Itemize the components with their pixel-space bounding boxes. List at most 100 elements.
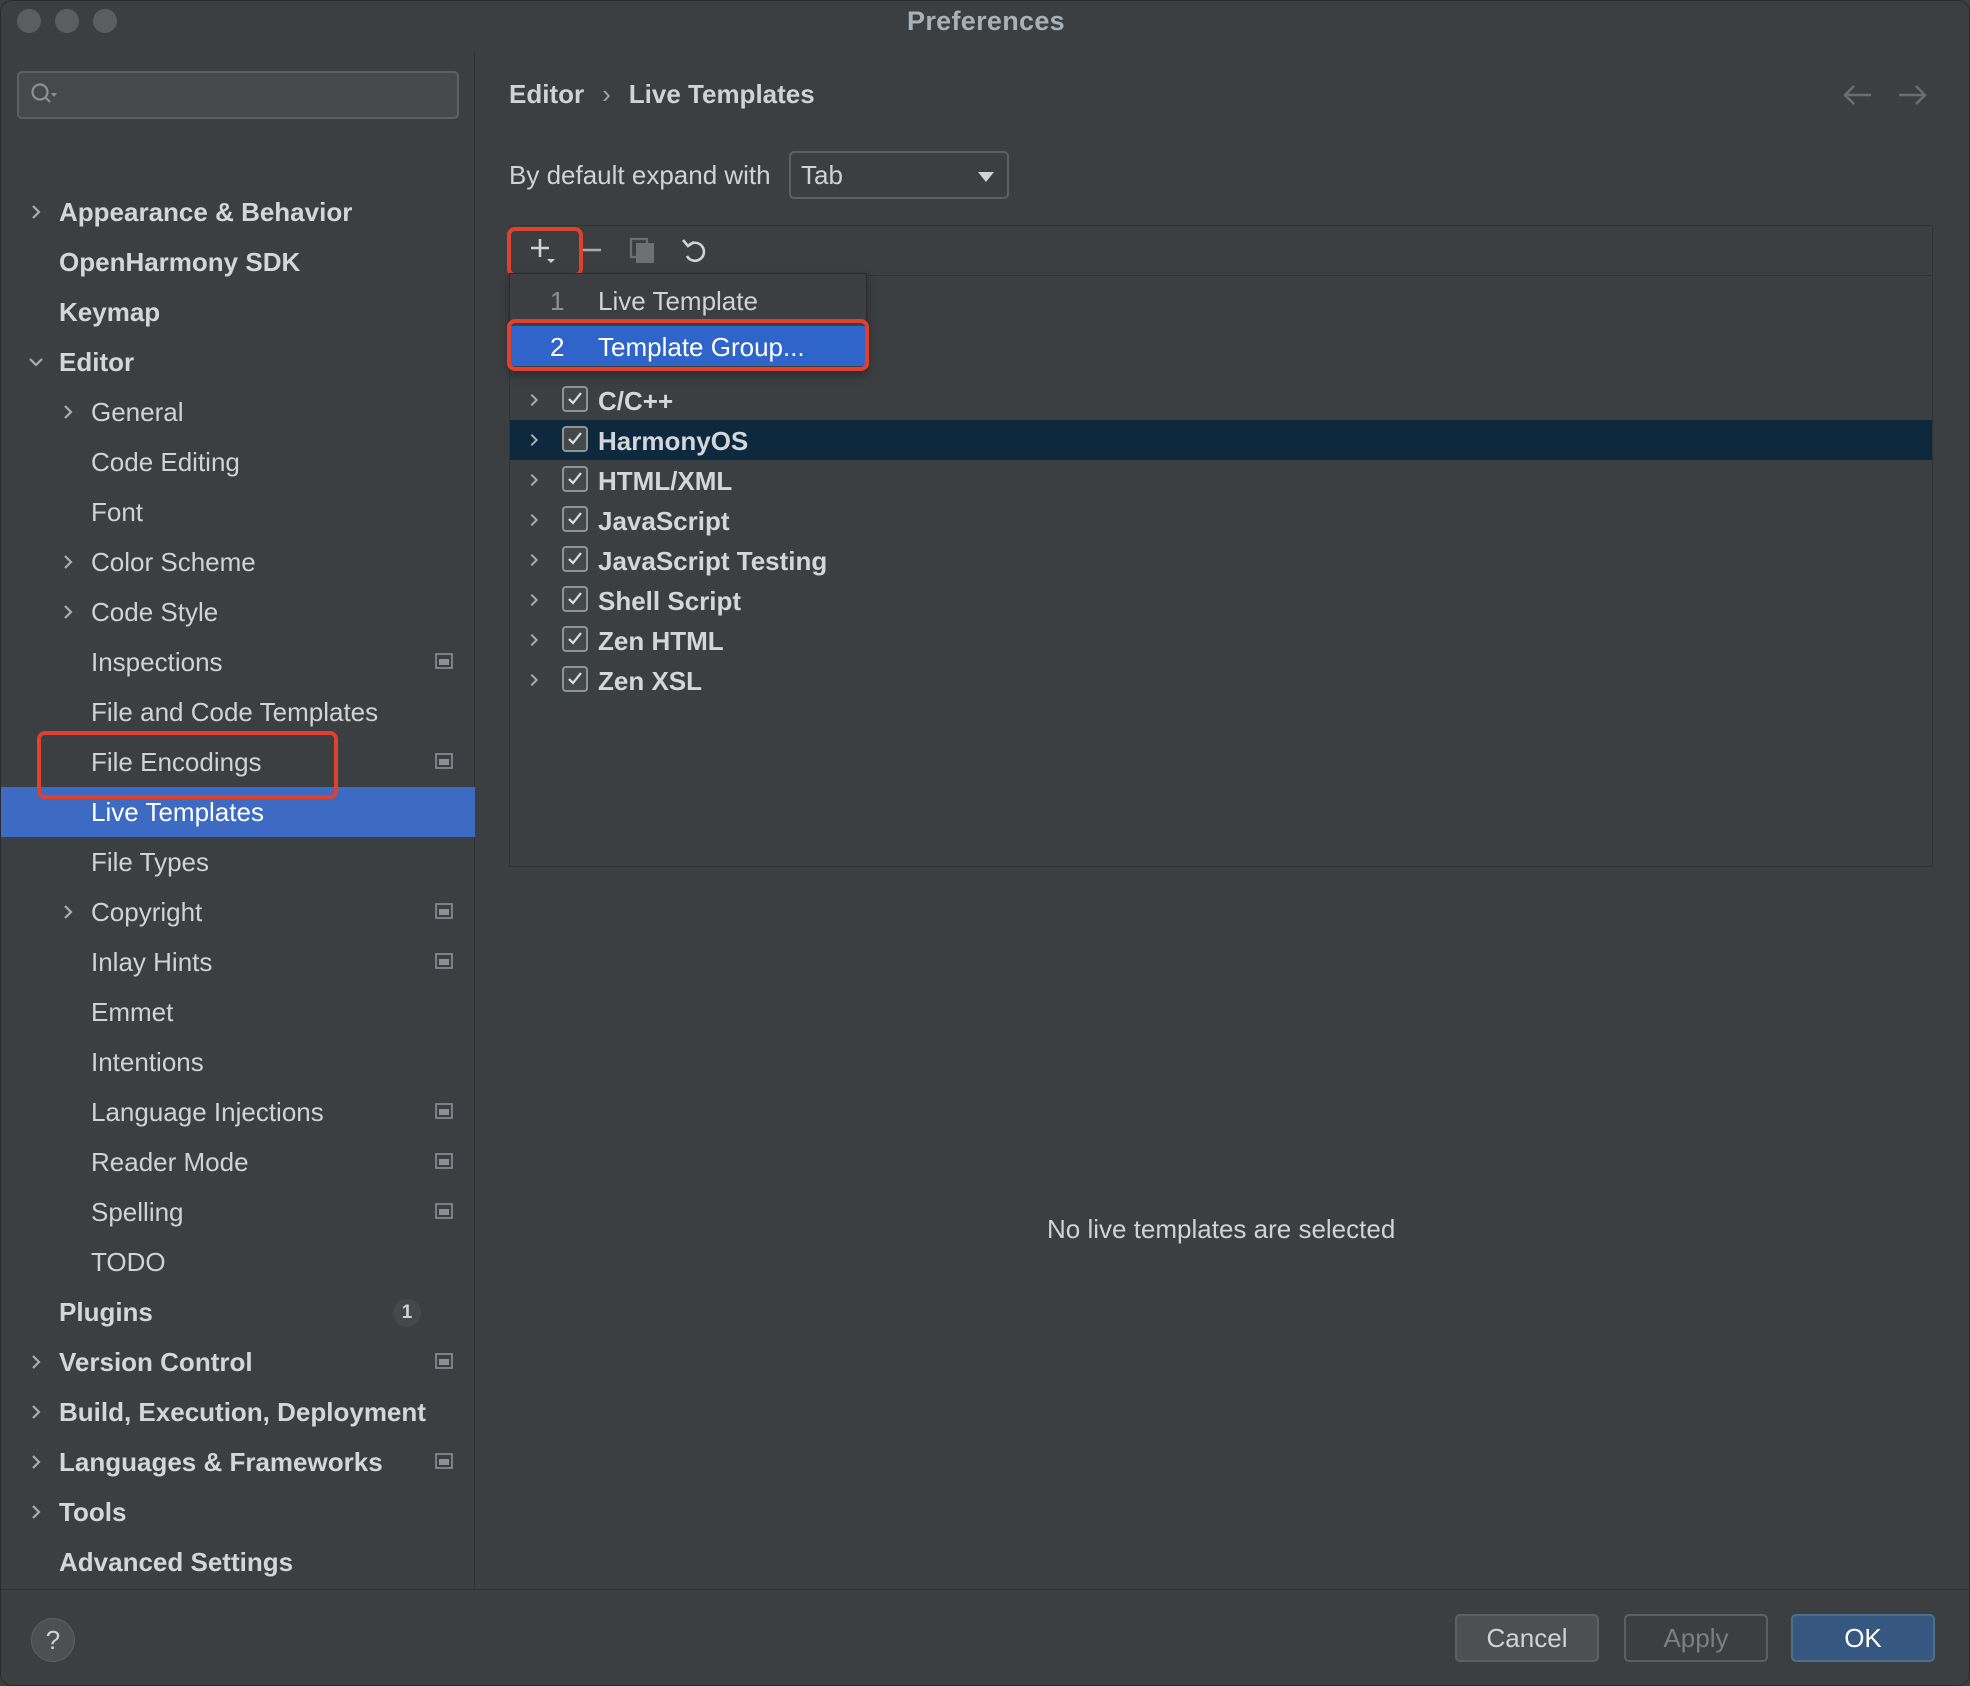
- sidebar-item-keymap[interactable]: Keymap: [1, 287, 475, 337]
- chevron-right-icon[interactable]: [59, 403, 77, 421]
- expand-with-label: By default expand with: [509, 160, 771, 190]
- forward-arrow-icon[interactable]: [1895, 81, 1929, 109]
- template-group-label: HarmonyOS: [598, 426, 749, 456]
- sidebar-item-language-injections[interactable]: Language Injections: [1, 1087, 475, 1137]
- template-group-label: Shell Script: [598, 586, 742, 616]
- chevron-right-icon[interactable]: [526, 472, 542, 488]
- breadcrumb-current: Live Templates: [628, 79, 815, 109]
- chevron-down-icon[interactable]: [27, 353, 45, 371]
- chevron-right-icon[interactable]: [526, 632, 542, 648]
- group-enabled-checkbox[interactable]: [562, 626, 588, 652]
- sidebar-item-appearance-behavior[interactable]: Appearance & Behavior: [1, 187, 475, 237]
- breadcrumb-parent[interactable]: Editor: [509, 79, 584, 110]
- sidebar-item-label: Reader Mode: [91, 1147, 249, 1177]
- chevron-right-icon[interactable]: [526, 672, 542, 688]
- zoom-window-button[interactable]: [93, 9, 117, 33]
- chevron-right-icon[interactable]: [526, 512, 542, 528]
- sidebar-item-inspections[interactable]: Inspections: [1, 637, 475, 687]
- back-arrow-icon[interactable]: [1841, 81, 1875, 109]
- cancel-button[interactable]: Cancel: [1455, 1614, 1599, 1662]
- sidebar-item-copyright[interactable]: Copyright: [1, 887, 475, 937]
- chevron-right-icon[interactable]: [59, 603, 77, 621]
- template-group-label: HTML/XML: [598, 466, 733, 496]
- template-group-row[interactable]: HarmonyOS: [510, 420, 1932, 460]
- add-menu-item-live-template[interactable]: 1 Live Template: [510, 280, 866, 320]
- template-group-row[interactable]: Zen HTML: [510, 620, 1932, 660]
- template-group-row[interactable]: JavaScript: [510, 500, 1932, 540]
- group-enabled-checkbox[interactable]: [562, 586, 588, 612]
- sidebar-item-reader-mode[interactable]: Reader Mode: [1, 1137, 475, 1187]
- project-scope-icon: [435, 653, 453, 669]
- sidebar-item-label: Keymap: [59, 297, 161, 327]
- chevron-right-icon[interactable]: [27, 1353, 45, 1371]
- chevron-right-icon[interactable]: [27, 1403, 45, 1421]
- close-window-button[interactable]: [17, 9, 41, 33]
- sidebar-item-advanced-settings[interactable]: Advanced Settings: [1, 1537, 475, 1587]
- sidebar-item-font[interactable]: Font: [1, 487, 475, 537]
- empty-detail-message: No live templates are selected: [1047, 1214, 1396, 1244]
- apply-button[interactable]: Apply: [1624, 1614, 1768, 1662]
- sidebar-item-intentions[interactable]: Intentions: [1, 1037, 475, 1087]
- restore-button[interactable]: [674, 230, 714, 270]
- sidebar-item-editor[interactable]: Editor: [1, 337, 475, 387]
- checkmark-icon: [568, 632, 582, 645]
- template-group-row[interactable]: JavaScript Testing: [510, 540, 1932, 580]
- template-group-label: JavaScript Testing: [598, 546, 828, 576]
- group-enabled-checkbox[interactable]: [562, 506, 588, 532]
- template-group-row[interactable]: C/C++: [510, 380, 1932, 420]
- sidebar-item-file-and-code-templates[interactable]: File and Code Templates: [1, 687, 475, 737]
- search-input[interactable]: [17, 71, 459, 119]
- sidebar-item-openharmony-sdk[interactable]: OpenHarmony SDK: [1, 237, 475, 287]
- chevron-right-icon[interactable]: [27, 1503, 45, 1521]
- sidebar-item-code-editing[interactable]: Code Editing: [1, 437, 475, 487]
- sidebar-item-version-control[interactable]: Version Control: [1, 1337, 475, 1387]
- chevron-right-icon[interactable]: [526, 392, 542, 408]
- dialog-footer: ? Cancel Apply OK: [1, 1589, 1969, 1685]
- expand-with-select[interactable]: Tab: [789, 151, 1009, 199]
- group-enabled-checkbox[interactable]: [562, 666, 588, 692]
- copy-button[interactable]: [622, 230, 662, 270]
- chevron-right-icon[interactable]: [27, 1453, 45, 1471]
- group-enabled-checkbox[interactable]: [562, 546, 588, 572]
- restore-icon: [682, 239, 706, 263]
- project-scope-icon: [435, 1153, 453, 1169]
- sidebar-item-inlay-hints[interactable]: Inlay Hints: [1, 937, 475, 987]
- chevron-down-icon: [978, 172, 994, 182]
- checkmark-icon: [568, 512, 582, 525]
- template-group-row[interactable]: Shell Script: [510, 580, 1932, 620]
- chevron-right-icon[interactable]: [526, 432, 542, 448]
- sidebar-item-languages-frameworks[interactable]: Languages & Frameworks: [1, 1437, 475, 1487]
- sidebar-item-color-scheme[interactable]: Color Scheme: [1, 537, 475, 587]
- sidebar-item-code-style[interactable]: Code Style: [1, 587, 475, 637]
- project-scope-icon: [435, 903, 453, 919]
- chevron-right-icon[interactable]: [27, 203, 45, 221]
- sidebar-item-label: Appearance & Behavior: [59, 197, 353, 227]
- project-scope-icon: [435, 753, 453, 769]
- sidebar-item-tools[interactable]: Tools: [1, 1487, 475, 1537]
- sidebar-item-label: Tools: [59, 1497, 127, 1527]
- minimize-window-button[interactable]: [55, 9, 79, 33]
- template-group-row[interactable]: HTML/XML: [510, 460, 1932, 500]
- expand-with-row: By default expand with: [509, 151, 771, 199]
- sidebar-item-label: File and Code Templates: [91, 697, 379, 727]
- group-enabled-checkbox[interactable]: [562, 386, 588, 412]
- chevron-right-icon[interactable]: [526, 592, 542, 608]
- sidebar-item-todo[interactable]: TODO: [1, 1237, 475, 1287]
- sidebar-item-spelling[interactable]: Spelling: [1, 1187, 475, 1237]
- template-group-row[interactable]: Zen XSL: [510, 660, 1932, 700]
- settings-sidebar: Appearance & Behavior OpenHarmony SDK Keym…: [1, 51, 475, 1627]
- sidebar-item-build-execution-deployment[interactable]: Build, Execution, Deployment: [1, 1387, 475, 1437]
- sidebar-item-emmet[interactable]: Emmet: [1, 987, 475, 1037]
- sidebar-item-general[interactable]: General: [1, 387, 475, 437]
- template-group-highlight: [507, 319, 869, 371]
- sidebar-item-file-types[interactable]: File Types: [1, 837, 475, 887]
- group-enabled-checkbox[interactable]: [562, 466, 588, 492]
- ok-button[interactable]: OK: [1791, 1614, 1935, 1662]
- sidebar-item-plugins[interactable]: Plugins 1: [1, 1287, 475, 1337]
- group-enabled-checkbox[interactable]: [562, 426, 588, 452]
- preferences-window: Preferences Appearance & Behavior OpenHar…: [0, 0, 1970, 1686]
- chevron-right-icon[interactable]: [59, 903, 77, 921]
- help-button[interactable]: ?: [31, 1618, 75, 1662]
- chevron-right-icon[interactable]: [526, 552, 542, 568]
- chevron-right-icon[interactable]: [59, 553, 77, 571]
